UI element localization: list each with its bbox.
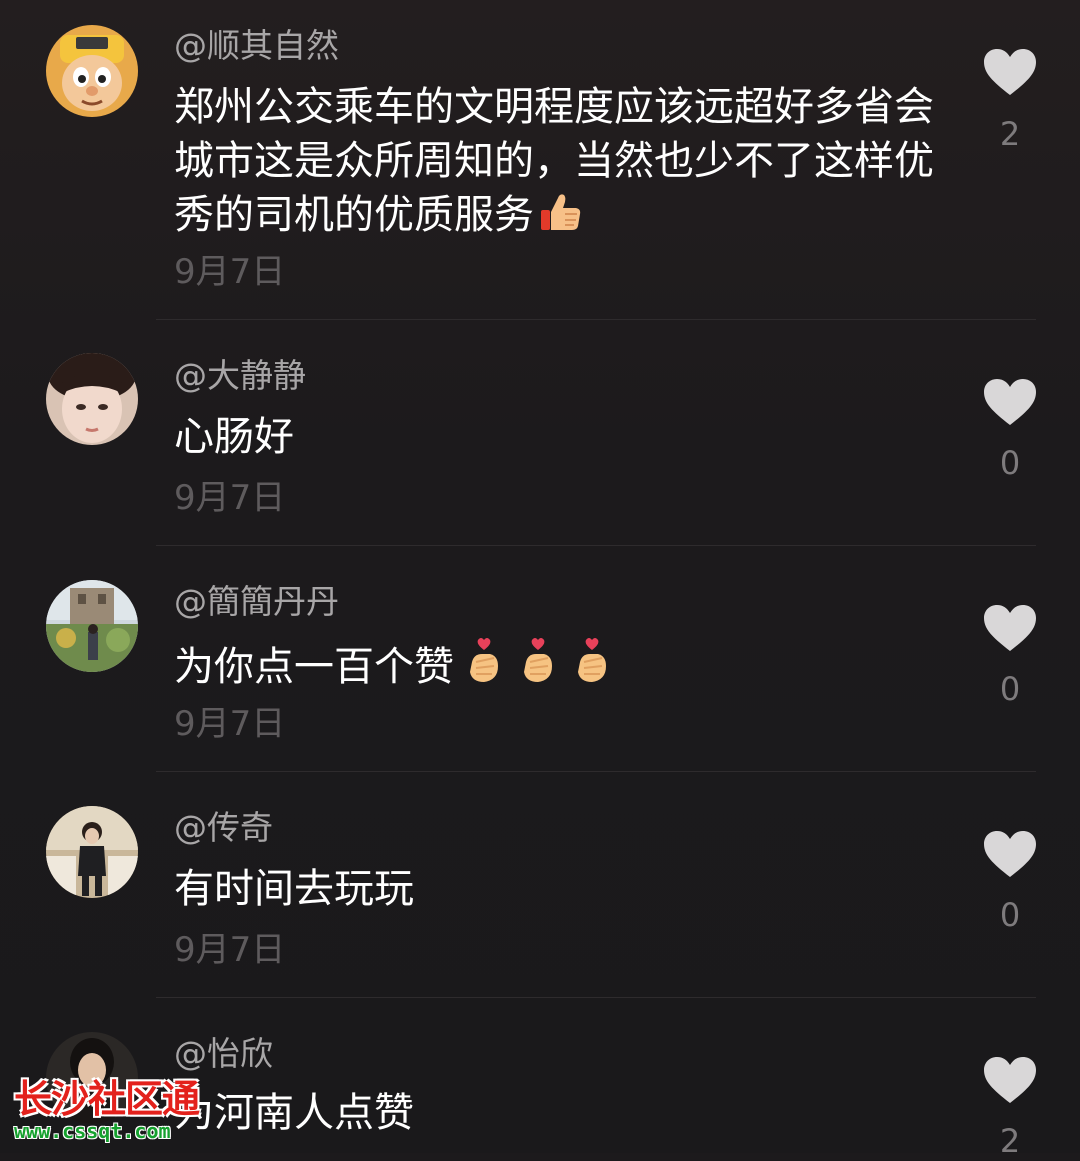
- heart-icon: [984, 831, 1036, 877]
- watermark-url: www.cssqt.com: [14, 1119, 171, 1143]
- comment-text-content: 有时间去玩玩: [174, 866, 414, 912]
- comment-text: 心肠好: [174, 410, 934, 464]
- like-button[interactable]: [982, 1055, 1038, 1105]
- like-button[interactable]: [982, 377, 1038, 427]
- avatar[interactable]: [46, 353, 138, 445]
- comment-username[interactable]: @簡簡丹丹: [174, 580, 339, 624]
- avatar[interactable]: [46, 580, 138, 672]
- comment-text-content: 心肠好: [174, 414, 294, 460]
- heart-icon: [984, 605, 1036, 651]
- divider: [156, 545, 1036, 546]
- watermark: 长沙社区通 www.cssqt.com: [14, 1076, 214, 1146]
- like-count: 2: [999, 1122, 1021, 1160]
- finger-heart-icon: [572, 636, 612, 700]
- comment-text: 有时间去玩玩: [174, 862, 934, 916]
- comment-date: 9月7日: [174, 930, 286, 970]
- comment-username[interactable]: @顺其自然: [174, 24, 339, 68]
- comment-text-content: 为你点一百个赞: [174, 644, 454, 690]
- heart-icon: [984, 49, 1036, 95]
- like-count: 0: [999, 896, 1021, 934]
- divider: [156, 319, 1036, 320]
- heart-icon: [984, 1057, 1036, 1103]
- like-button[interactable]: [982, 603, 1038, 653]
- like-count: 0: [999, 444, 1021, 482]
- avatar[interactable]: [46, 806, 138, 898]
- comment-text: 郑州公交乘车的文明程度应该远超好多省会城市这是众所周知的，当然也少不了这样优秀的…: [174, 80, 934, 248]
- like-button[interactable]: [982, 829, 1038, 879]
- comment-text: 为你点一百个赞: [174, 636, 934, 700]
- divider: [156, 771, 1036, 772]
- finger-heart-icon: [518, 636, 558, 700]
- like-button[interactable]: [982, 47, 1038, 97]
- avatar[interactable]: [46, 25, 138, 117]
- like-count: 0: [999, 670, 1021, 708]
- comment-username[interactable]: @传奇: [174, 806, 273, 850]
- comment-date: 9月7日: [174, 704, 286, 744]
- thumbs-up-icon: [538, 188, 584, 248]
- finger-heart-icon: [464, 636, 504, 700]
- comment-date: 9月7日: [174, 478, 286, 518]
- comment-username[interactable]: @怡欣: [174, 1032, 273, 1076]
- comment-text: 为河南人点赞: [174, 1086, 934, 1140]
- comment-list: @顺其自然 郑州公交乘车的文明程度应该远超好多省会城市这是众所周知的，当然也少不…: [0, 0, 1080, 1160]
- comment-date: 9月7日: [174, 252, 286, 292]
- divider: [156, 997, 1036, 998]
- heart-icon: [984, 379, 1036, 425]
- comment-username[interactable]: @大静静: [174, 354, 306, 398]
- like-count: 2: [999, 115, 1021, 153]
- watermark-title: 长沙社区通: [14, 1077, 200, 1121]
